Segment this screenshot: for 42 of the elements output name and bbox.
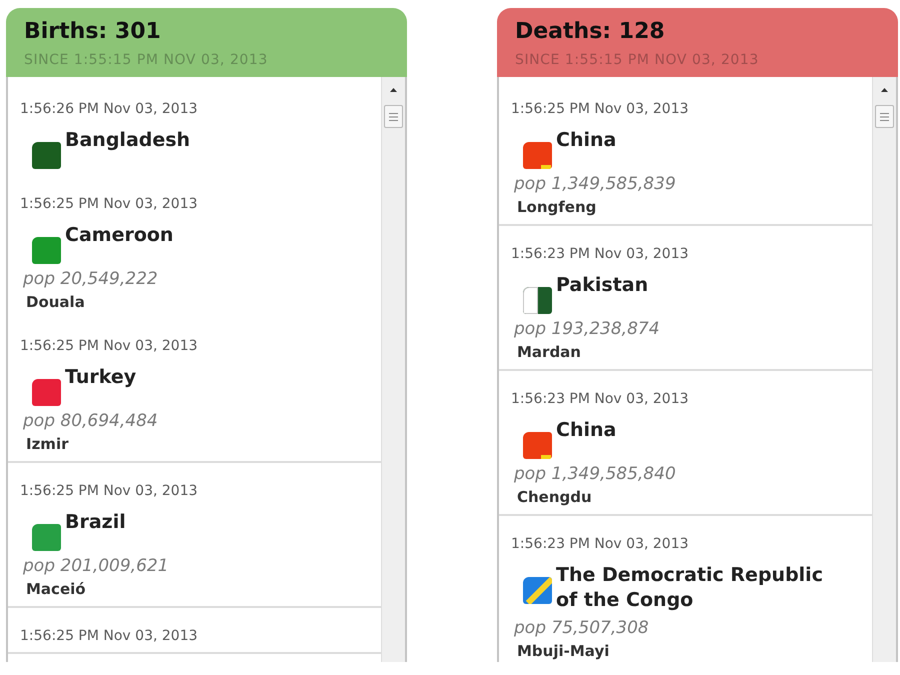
- population-text: pop 193,238,874: [513, 319, 660, 339]
- grip-icon: [880, 112, 889, 120]
- population-text: pop 1,349,585,840: [513, 464, 676, 484]
- country-name: Turkey: [65, 365, 136, 390]
- timestamp: 1:56:23 PM Nov 03, 2013: [511, 246, 689, 262]
- city-name: Izmir: [25, 435, 68, 453]
- caret-up-icon: [881, 88, 888, 92]
- timestamp: 1:56:23 PM Nov 03, 2013: [511, 536, 689, 552]
- panel-subtitle: SINCE 1:55:15 PM NOV 03, 2013: [515, 52, 759, 68]
- country-name: Bangladesh: [65, 128, 190, 153]
- timestamp: 1:56:25 PM Nov 03, 2013: [20, 196, 198, 212]
- panel-title: Births: 301: [24, 18, 161, 46]
- city-name: Maceió: [25, 580, 86, 598]
- country-name: China: [556, 128, 616, 153]
- population-text: pop 80,694,484: [22, 411, 158, 431]
- city-name: Chengdu: [516, 488, 592, 506]
- scrollbar-track[interactable]: [872, 77, 896, 662]
- scrollbar-thumb[interactable]: [875, 105, 894, 128]
- timestamp: 1:56:26 PM Nov 03, 2013: [20, 101, 198, 117]
- population-text: pop 201,009,621: [22, 556, 169, 576]
- timestamp: 1:56:25 PM Nov 03, 2013: [20, 483, 198, 499]
- country-name: Cameroon: [65, 223, 174, 248]
- country-name: The Democratic Republic of the Congo: [556, 563, 824, 613]
- city-name: Mbuji-Mayi: [516, 642, 610, 660]
- panel-title: Deaths: 128: [515, 18, 665, 46]
- timestamp: 1:56:25 PM Nov 03, 2013: [20, 628, 198, 644]
- timestamp: 1:56:25 PM Nov 03, 2013: [511, 101, 689, 117]
- city-name: Douala: [25, 293, 85, 311]
- city-name: Longfeng: [516, 198, 596, 216]
- population-text: pop 75,507,308: [513, 618, 649, 638]
- city-name: Mardan: [516, 343, 581, 361]
- timestamp: 1:56:23 PM Nov 03, 2013: [511, 391, 689, 407]
- country-name: China: [556, 418, 616, 443]
- population-text: pop 1,349,585,839: [513, 174, 676, 194]
- timestamp: 1:56:25 PM Nov 03, 2013: [20, 338, 198, 354]
- grip-icon: [389, 112, 398, 120]
- scrollbar-thumb[interactable]: [384, 105, 403, 128]
- scrollbar-track[interactable]: [381, 77, 405, 662]
- caret-up-icon: [390, 88, 397, 92]
- population-text: pop 20,549,222: [22, 269, 158, 289]
- country-name: Brazil: [65, 510, 126, 535]
- country-name: Pakistan: [556, 273, 648, 298]
